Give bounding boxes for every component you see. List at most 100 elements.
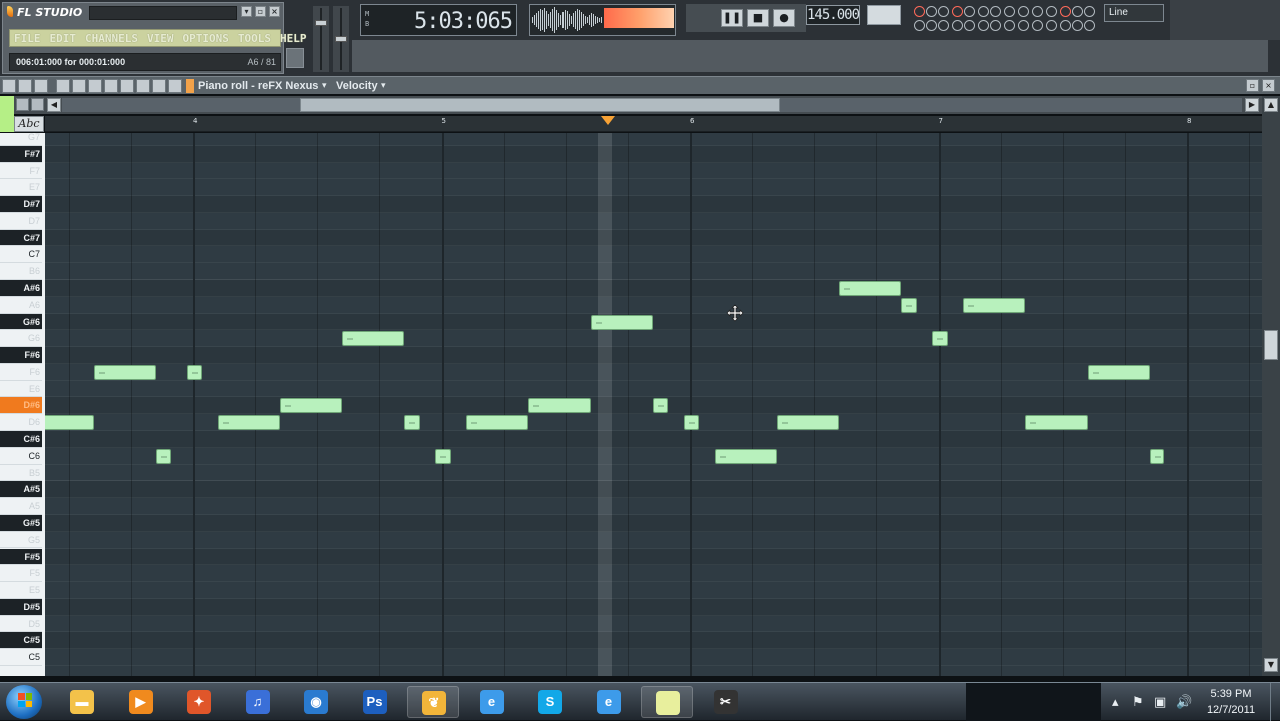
zoom-icon[interactable]	[152, 79, 166, 93]
menu-item-help[interactable]: HELP	[280, 32, 307, 45]
piano-key-dsharp7[interactable]: D#7	[0, 196, 42, 213]
option-toggle-icon[interactable]	[1032, 6, 1043, 17]
note-grid[interactable]	[45, 133, 1262, 676]
piano-key-fsharp5[interactable]: F#5	[0, 548, 42, 566]
show-desktop-button[interactable]	[1270, 683, 1280, 721]
taskbar-app-explorer[interactable]: ▬	[56, 686, 108, 718]
note-a6[interactable]	[901, 297, 917, 313]
event-target-select[interactable]: Velocity	[336, 78, 378, 94]
piano-key-gsharp6[interactable]: G#6	[0, 313, 42, 331]
piano-key-f6[interactable]: F6	[0, 364, 42, 381]
piano-key-asharp5[interactable]: A#5	[0, 481, 42, 499]
menu-item-edit[interactable]: EDIT	[50, 32, 77, 45]
taskbar-app-fl-studio[interactable]: ❦	[407, 686, 459, 718]
note-f6[interactable]	[186, 364, 203, 380]
note-c6[interactable]	[1149, 448, 1164, 464]
note-asharp6[interactable]	[839, 281, 902, 297]
network-icon[interactable]: ▣	[1154, 695, 1166, 710]
option-toggle-icon[interactable]	[914, 6, 925, 17]
option-toggle-icon[interactable]	[978, 20, 989, 31]
piano-key-c5[interactable]: C5	[0, 649, 42, 666]
piano-key-f7[interactable]: F7	[0, 163, 42, 180]
clock-date[interactable]: 12/7/2011	[1196, 704, 1266, 716]
scroll-left-arrow-icon[interactable]: ◀	[47, 98, 61, 112]
pencil-icon[interactable]	[56, 79, 70, 93]
piano-key-b6[interactable]: B6	[0, 263, 42, 280]
piano-key-c7[interactable]: C7	[0, 246, 42, 264]
option-toggle-icon[interactable]	[1046, 6, 1057, 17]
scroll-down-arrow-icon[interactable]: ▼	[1264, 658, 1278, 672]
option-toggle-icon[interactable]	[938, 6, 949, 17]
pattern-selector[interactable]	[867, 5, 901, 25]
note-f6[interactable]	[93, 364, 156, 380]
draw-tool-icon[interactable]	[16, 98, 29, 111]
option-toggle-icon[interactable]	[1060, 20, 1071, 31]
speaker-icon[interactable]	[168, 79, 182, 93]
option-toggle-icon[interactable]	[1032, 20, 1043, 31]
piano-key-csharp6[interactable]: C#6	[0, 431, 42, 448]
note-a6[interactable]	[963, 297, 1026, 313]
brush-icon[interactable]	[72, 79, 86, 93]
piano-key-csharp5[interactable]: C#5	[0, 632, 42, 650]
piano-key-g5[interactable]: G5	[0, 532, 42, 549]
note-gsharp6[interactable]	[590, 314, 653, 330]
taskbar-app-office[interactable]: ✦	[173, 686, 225, 718]
note-f6[interactable]	[1087, 364, 1150, 380]
piano-key-e6[interactable]: E6	[0, 381, 42, 398]
clock-time[interactable]: 5:39 PM	[1196, 688, 1266, 700]
note-dsharp6[interactable]	[652, 398, 669, 414]
taskbar-app-tool-app[interactable]: ✂	[700, 686, 752, 718]
option-toggle-icon[interactable]	[1018, 20, 1029, 31]
taskbar-app-internet-explorer-2[interactable]: e	[583, 686, 635, 718]
note-c6[interactable]	[155, 448, 172, 464]
piano-key-dsharp6[interactable]: D#6	[0, 397, 42, 415]
note-dsharp6[interactable]	[279, 398, 343, 414]
taskbar-app-itunes[interactable]: ♫	[232, 686, 284, 718]
piano-key-gsharp5[interactable]: G#5	[0, 514, 42, 532]
piano-key-fsharp7[interactable]: F#7	[0, 145, 42, 163]
option-toggle-icon[interactable]	[1018, 6, 1029, 17]
option-toggle-icon[interactable]	[990, 6, 1001, 17]
volume-icon[interactable]: 🔊	[1176, 695, 1192, 710]
start-button[interactable]	[6, 685, 42, 719]
piano-key-dsharp5[interactable]: D#5	[0, 598, 42, 616]
option-toggle-icon[interactable]	[990, 20, 1001, 31]
option-toggle-icon[interactable]	[926, 6, 937, 17]
timeline-ruler[interactable]: 4 5 6 7 8	[45, 116, 1262, 132]
close-button[interactable]: ×	[269, 6, 280, 17]
master-volume-slider[interactable]	[313, 6, 329, 72]
master-pitch-slider[interactable]	[333, 6, 349, 72]
option-toggle-icon[interactable]	[964, 20, 975, 31]
snap-select[interactable]: Line	[1104, 4, 1164, 22]
note-dsharp6[interactable]	[528, 398, 591, 414]
option-toggle-icon[interactable]	[1072, 6, 1083, 17]
time-display[interactable]: MB 5:03:065	[360, 4, 517, 36]
record-button[interactable]: ●	[773, 9, 795, 27]
note-g6[interactable]	[342, 331, 405, 347]
taskbar-app-skype[interactable]: S	[524, 686, 576, 718]
note-d6[interactable]	[776, 415, 840, 431]
note-c6[interactable]	[714, 448, 777, 464]
chevron-down-icon[interactable]: ▾	[381, 78, 386, 94]
pause-button[interactable]: ❚❚	[721, 9, 743, 27]
menu-item-view[interactable]: VIEW	[147, 32, 174, 45]
vertical-scrollbar[interactable]: ▲ ▼	[1262, 96, 1280, 676]
taskbar-app-internet-explorer[interactable]: e	[466, 686, 518, 718]
detach-icon[interactable]: ▫	[1246, 79, 1259, 92]
note-d6[interactable]	[217, 415, 280, 431]
taskbar-app-media-player[interactable]: ▶	[115, 686, 167, 718]
piano-key-g6[interactable]: G6	[0, 330, 42, 348]
note-d6[interactable]	[1025, 415, 1088, 431]
playhead-marker-icon[interactable]	[601, 116, 615, 125]
scroll-up-arrow-icon[interactable]: ▲	[1264, 98, 1278, 112]
note-c6[interactable]	[435, 448, 451, 464]
slice-icon[interactable]	[120, 79, 134, 93]
magnet-icon[interactable]	[18, 79, 32, 93]
option-toggle-icon[interactable]	[1084, 20, 1095, 31]
show-hidden-icons-icon[interactable]: ▴	[1112, 695, 1119, 710]
note-d6[interactable]	[683, 415, 700, 431]
piano-roll-title[interactable]: Piano roll - reFX Nexus	[198, 78, 318, 94]
paint-tool-icon[interactable]	[31, 98, 44, 111]
note-d6[interactable]	[466, 415, 529, 431]
note-g6[interactable]	[932, 331, 948, 347]
